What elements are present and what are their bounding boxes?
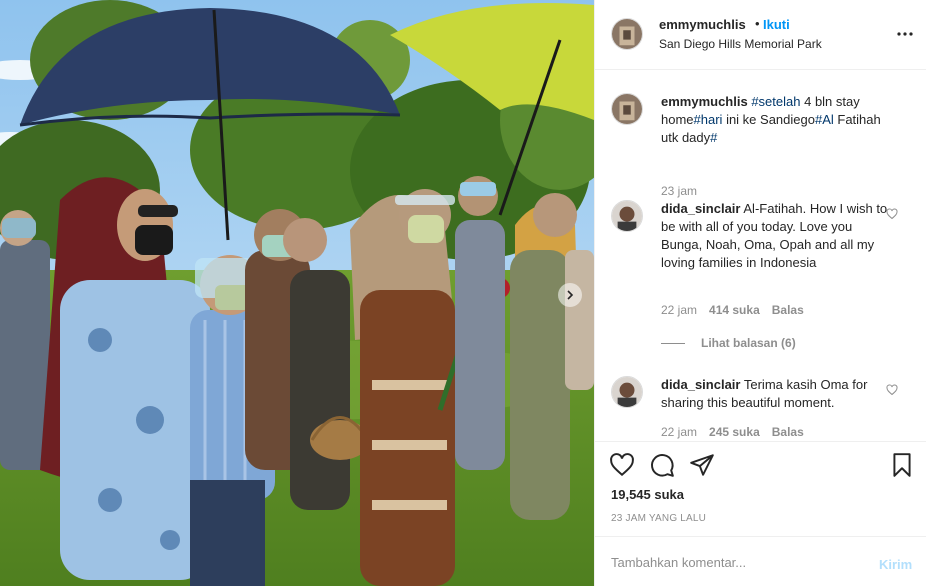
avatar[interactable] — [611, 18, 643, 50]
next-photo-button[interactable] — [558, 283, 582, 307]
comment-likes[interactable]: 245 suka — [709, 425, 760, 439]
comment-like-icon[interactable] — [886, 384, 898, 396]
avatar[interactable] — [611, 200, 643, 232]
view-replies-button[interactable]: Lihat balasan (6) — [661, 336, 796, 350]
instagram-post: emmymuchlis • Ikuti San Diego Hills Memo… — [0, 0, 926, 586]
heart-icon[interactable] — [609, 452, 635, 478]
location-link[interactable]: San Diego Hills Memorial Park — [659, 37, 822, 51]
avatar-image — [612, 377, 642, 407]
avatar[interactable] — [611, 93, 643, 125]
post-comment-button[interactable]: Kirim — [879, 557, 912, 572]
hashtag-link[interactable]: #hari — [694, 112, 723, 127]
avatar-image — [612, 201, 642, 231]
post-header: emmymuchlis • Ikuti San Diego Hills Memo… — [595, 0, 926, 70]
caption-username[interactable]: emmymuchlis — [661, 94, 748, 109]
avatar[interactable] — [611, 376, 643, 408]
comment-input[interactable] — [611, 551, 861, 573]
avatar-image — [612, 19, 642, 49]
post-side-panel: emmymuchlis • Ikuti San Diego Hills Memo… — [594, 0, 926, 586]
divider-line — [661, 342, 685, 344]
comment-likes[interactable]: 414 suka — [709, 303, 760, 317]
hashtag-link[interactable]: # — [710, 130, 717, 145]
comment-icon[interactable] — [649, 452, 675, 478]
hashtag-link[interactable]: #setelah — [751, 94, 800, 109]
comment-username[interactable]: dida_sinclair — [661, 377, 740, 392]
caption-segment: ini ke Sandiego — [722, 112, 815, 127]
post-photo[interactable] — [0, 0, 594, 586]
comment-meta: 22 jam 414 suka Balas — [661, 303, 804, 317]
more-options-button[interactable] — [893, 22, 917, 46]
caption-text: emmymuchlis #setelah 4 bln stay home#har… — [661, 93, 897, 147]
hashtag-link[interactable]: #Al — [815, 112, 834, 127]
comments-section[interactable]: emmymuchlis #setelah 4 bln stay home#har… — [595, 71, 926, 441]
comment-time[interactable]: 22 jam — [661, 303, 697, 317]
likes-count[interactable]: 19,545 suka — [611, 487, 684, 502]
header-username[interactable]: emmymuchlis — [659, 17, 746, 32]
add-comment-bar: Kirim — [595, 536, 926, 586]
post-timestamp[interactable]: 23 JAM YANG LALU — [611, 513, 706, 524]
reply-button[interactable]: Balas — [772, 425, 804, 439]
action-bar — [595, 441, 926, 491]
comment-text: dida_sinclair Terima kasih Oma for shari… — [661, 376, 897, 412]
comment-username[interactable]: dida_sinclair — [661, 201, 740, 216]
follow-button[interactable]: Ikuti — [763, 17, 790, 32]
caption-time[interactable]: 23 jam — [661, 184, 697, 198]
view-replies-label: Lihat balasan (6) — [701, 336, 796, 350]
comment-meta: 22 jam 245 suka Balas — [661, 425, 804, 439]
comment-time[interactable]: 22 jam — [661, 425, 697, 439]
share-icon[interactable] — [689, 452, 715, 478]
avatar-image — [612, 94, 642, 124]
header-separator: • — [755, 16, 760, 31]
bookmark-icon[interactable] — [889, 452, 915, 478]
comment-like-icon[interactable] — [886, 208, 898, 220]
reply-button[interactable]: Balas — [772, 303, 804, 317]
comment-text: dida_sinclair Al-Fatihah. How I wish to … — [661, 200, 897, 272]
more-options-icon — [897, 32, 913, 36]
photo-illustration — [0, 0, 594, 586]
next-arrow-icon — [567, 290, 574, 300]
caption-meta: 23 jam — [661, 184, 697, 198]
